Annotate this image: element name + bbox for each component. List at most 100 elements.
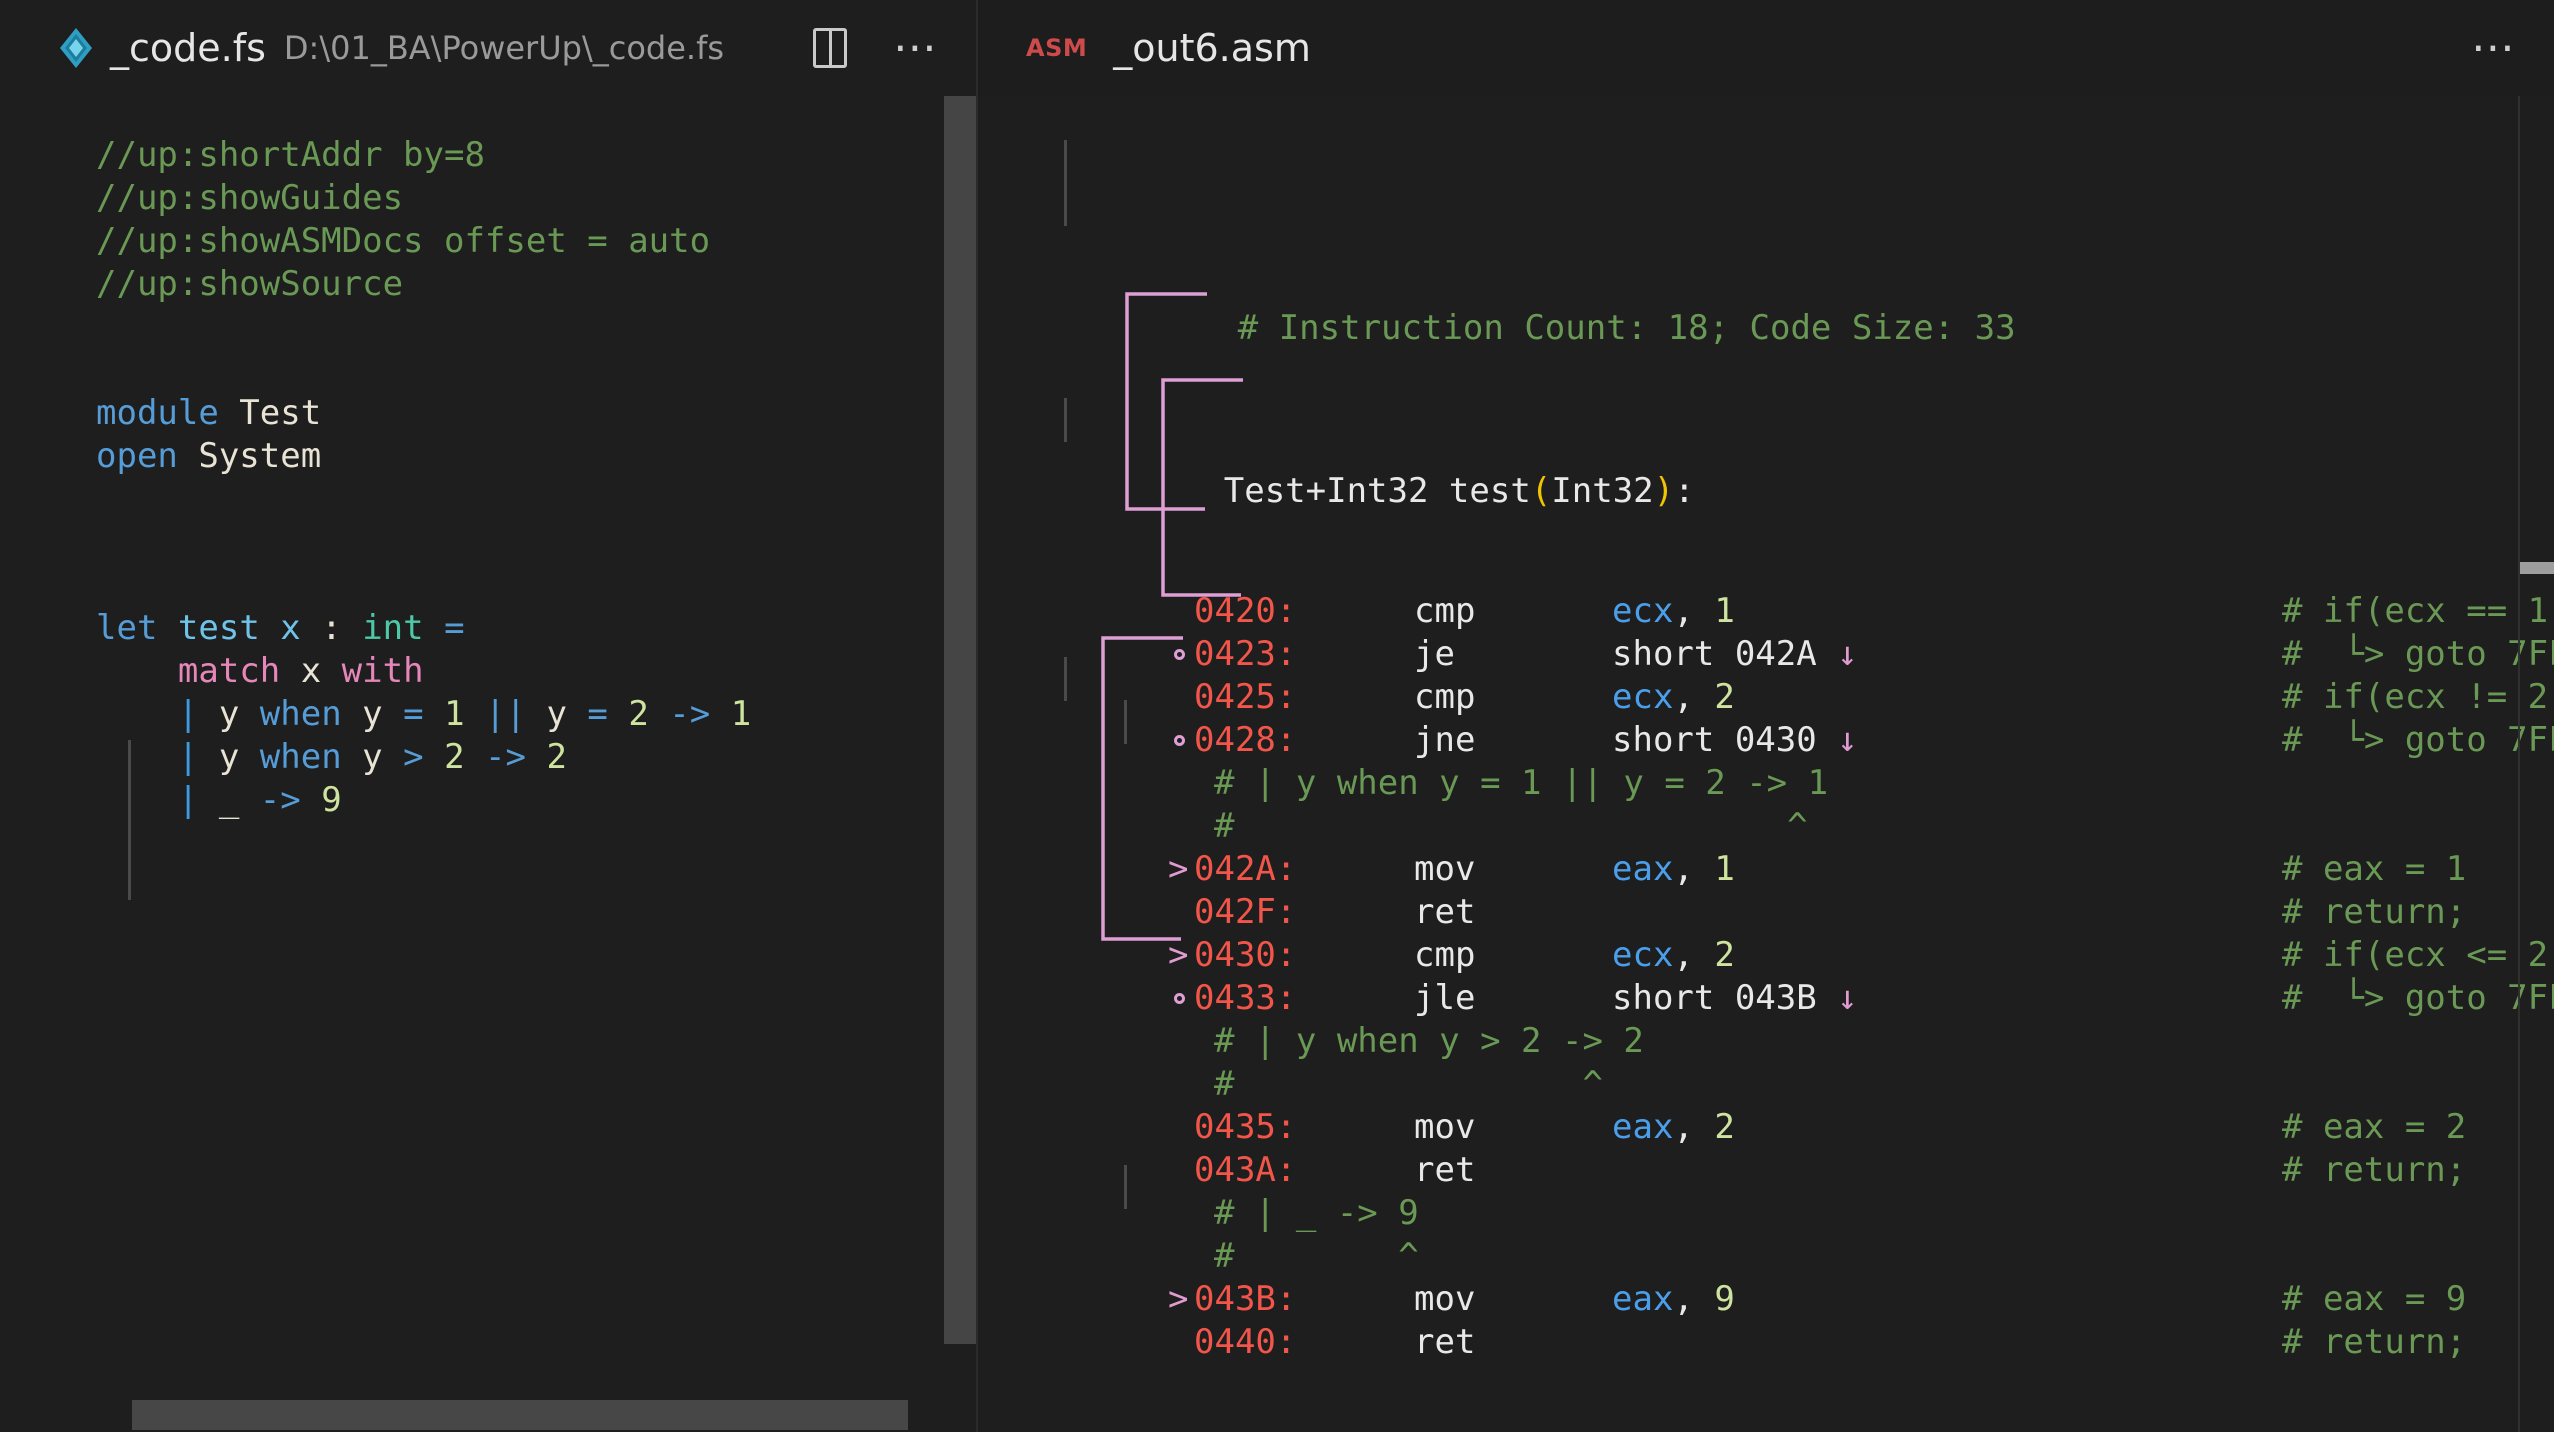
instruction-address[interactable]: 0430: — [1194, 934, 1296, 977]
jump-source-marker[interactable] — [1174, 735, 1185, 746]
instruction-mnemonic: mov — [1414, 1107, 1476, 1147]
asm-instruction-row: 0428: jne short 0430 ↓ # └> goto 7FFBB8860 — [1074, 719, 2554, 762]
operand-token: 2 — [1714, 677, 1735, 717]
asm-tabbar-actions: ⋯ — [2471, 26, 2554, 70]
instruction-comment: # return; — [2282, 892, 2467, 932]
operand-token: , — [1673, 677, 1715, 717]
asm-source-mapping-line: # ^ — [1074, 1063, 2554, 1106]
code-token: 2 — [423, 737, 465, 777]
code-token: 2 — [607, 694, 649, 734]
source-mapping-text: # | y when y = 1 || y = 2 -> 1 — [1214, 763, 1829, 803]
instruction-comment: # └> goto 7FFBB8860 — [2282, 720, 2554, 760]
source-code-area[interactable]: //up:shortAddr by=8//up:showGuides//up:s… — [0, 96, 976, 1432]
signature-name: Test+Int32 test — [1223, 471, 1531, 511]
source-horizontal-scrollbar[interactable] — [0, 1400, 976, 1432]
operand-token: 1 — [1714, 591, 1735, 631]
operand-token: , — [1673, 1107, 1715, 1147]
signature-colon: : — [1674, 471, 1695, 511]
asm-scrollbar-marker[interactable] — [2520, 562, 2554, 574]
code-token: int — [362, 608, 424, 648]
instruction-address[interactable]: 043B: — [1194, 1278, 1296, 1321]
instruction-operands: eax, 9 — [1612, 1278, 1735, 1321]
source-line — [96, 306, 976, 349]
code-token: when — [259, 694, 342, 734]
instruction-mnemonic: cmp — [1414, 677, 1476, 717]
code-token: y — [525, 694, 588, 734]
instruction-address[interactable]: 0423: — [1194, 633, 1296, 676]
source-horizontal-scrollbar-thumb[interactable] — [132, 1400, 908, 1430]
operand-token: ecx — [1612, 935, 1674, 975]
code-token: test — [177, 608, 260, 648]
code-token: //up:showGuides — [96, 178, 404, 218]
operand-token: ecx — [1612, 591, 1674, 631]
operand-token: ↓ — [1837, 978, 1858, 1018]
code-token: match — [177, 651, 281, 691]
code-token: = — [587, 694, 608, 734]
source-line: open System — [96, 435, 976, 478]
asm-instruction-row: 042A: mov eax, 1 # eax = 1 > — [1074, 848, 2554, 891]
instruction-address[interactable]: 0440: — [1194, 1321, 1296, 1364]
instruction-operands: eax, 1 — [1612, 848, 1735, 891]
code-token: open — [96, 436, 178, 476]
source-line: let test x : int = — [96, 607, 976, 650]
instruction-address[interactable]: 042A: — [1194, 848, 1296, 891]
operand-token: 2 — [1714, 1107, 1735, 1147]
asm-source-mapping-line: # | y when y > 2 -> 2 — [1074, 1020, 2554, 1063]
operand-token: eax — [1612, 849, 1674, 889]
signature-close-paren: ) — [1653, 471, 1675, 511]
more-actions-icon[interactable]: ⋯ — [893, 26, 940, 70]
asm-tab-title: _out6.asm — [1113, 26, 1311, 70]
asm-instruction-row: 0430: cmp ecx, 2 # if(ecx <= 2) > — [1074, 934, 2554, 977]
asm-indent-guide-e — [1124, 1165, 1127, 1209]
operand-token: short 043B — [1612, 978, 1838, 1018]
split-editor-icon[interactable] — [813, 28, 847, 68]
code-token: > — [403, 737, 424, 777]
operand-token: 9 — [1714, 1279, 1735, 1319]
asm-source-mapping-line: # | _ -> 9 — [1074, 1192, 2554, 1235]
instruction-operands: ecx, 2 — [1612, 676, 1735, 719]
code-token: when — [259, 737, 342, 777]
jump-source-marker[interactable] — [1174, 993, 1185, 1004]
instruction-operands: eax, 2 — [1612, 1106, 1735, 1149]
asm-instruction-row: 043B: mov eax, 9 # eax = 9 > — [1074, 1278, 2554, 1321]
asm-source-mapping-line: # ^ — [1074, 1235, 2554, 1278]
code-token: y — [341, 737, 404, 777]
instruction-address[interactable]: 0433: — [1194, 977, 1296, 1020]
source-vertical-scrollbar-thumb[interactable] — [944, 96, 976, 1344]
code-token: y — [341, 694, 404, 734]
tab-out6-asm[interactable]: ASM _out6.asm — [978, 0, 1311, 96]
code-token: | — [177, 780, 199, 820]
tab-code-fs[interactable]: _code.fs D:\01_BA\PowerUp\_code.fs — [0, 0, 724, 96]
code-token: y — [198, 694, 260, 734]
instruction-address[interactable]: 043A: — [1194, 1149, 1296, 1192]
asm-code-area[interactable]: # Instruction Count: 18; Code Size: 33 T… — [978, 96, 2554, 1432]
instruction-address[interactable]: 042F: — [1194, 891, 1296, 934]
code-token: 1 — [710, 694, 752, 734]
instruction-operands: ecx, 1 — [1612, 590, 1735, 633]
instruction-comment: # if(ecx != 2) — [2282, 677, 2554, 717]
jump-source-marker[interactable] — [1174, 649, 1185, 660]
source-mapping-text: # ^ — [1214, 806, 1808, 846]
code-token: : — [300, 608, 363, 648]
code-token: | — [177, 694, 199, 734]
code-token: 2 — [525, 737, 567, 777]
asm-indent-guide-d — [1124, 700, 1127, 744]
more-actions-icon[interactable]: ⋯ — [2471, 26, 2518, 70]
code-token: -> — [648, 694, 711, 734]
source-vertical-scrollbar[interactable] — [944, 96, 976, 1432]
source-mapping-text: # ^ — [1214, 1064, 1603, 1104]
operand-token: , — [1673, 849, 1715, 889]
operand-token: short 042A — [1612, 634, 1838, 674]
instruction-address[interactable]: 0435: — [1194, 1106, 1296, 1149]
instruction-address[interactable]: 0420: — [1194, 590, 1296, 633]
instruction-mnemonic: cmp — [1414, 935, 1476, 975]
operand-token: , — [1673, 935, 1715, 975]
tab-title: _code.fs — [110, 26, 266, 70]
operand-token: ↓ — [1837, 720, 1858, 760]
instruction-address[interactable]: 0428: — [1194, 719, 1296, 762]
instruction-mnemonic: mov — [1414, 849, 1476, 889]
instruction-address[interactable]: 0425: — [1194, 676, 1296, 719]
operand-token: eax — [1612, 1107, 1674, 1147]
